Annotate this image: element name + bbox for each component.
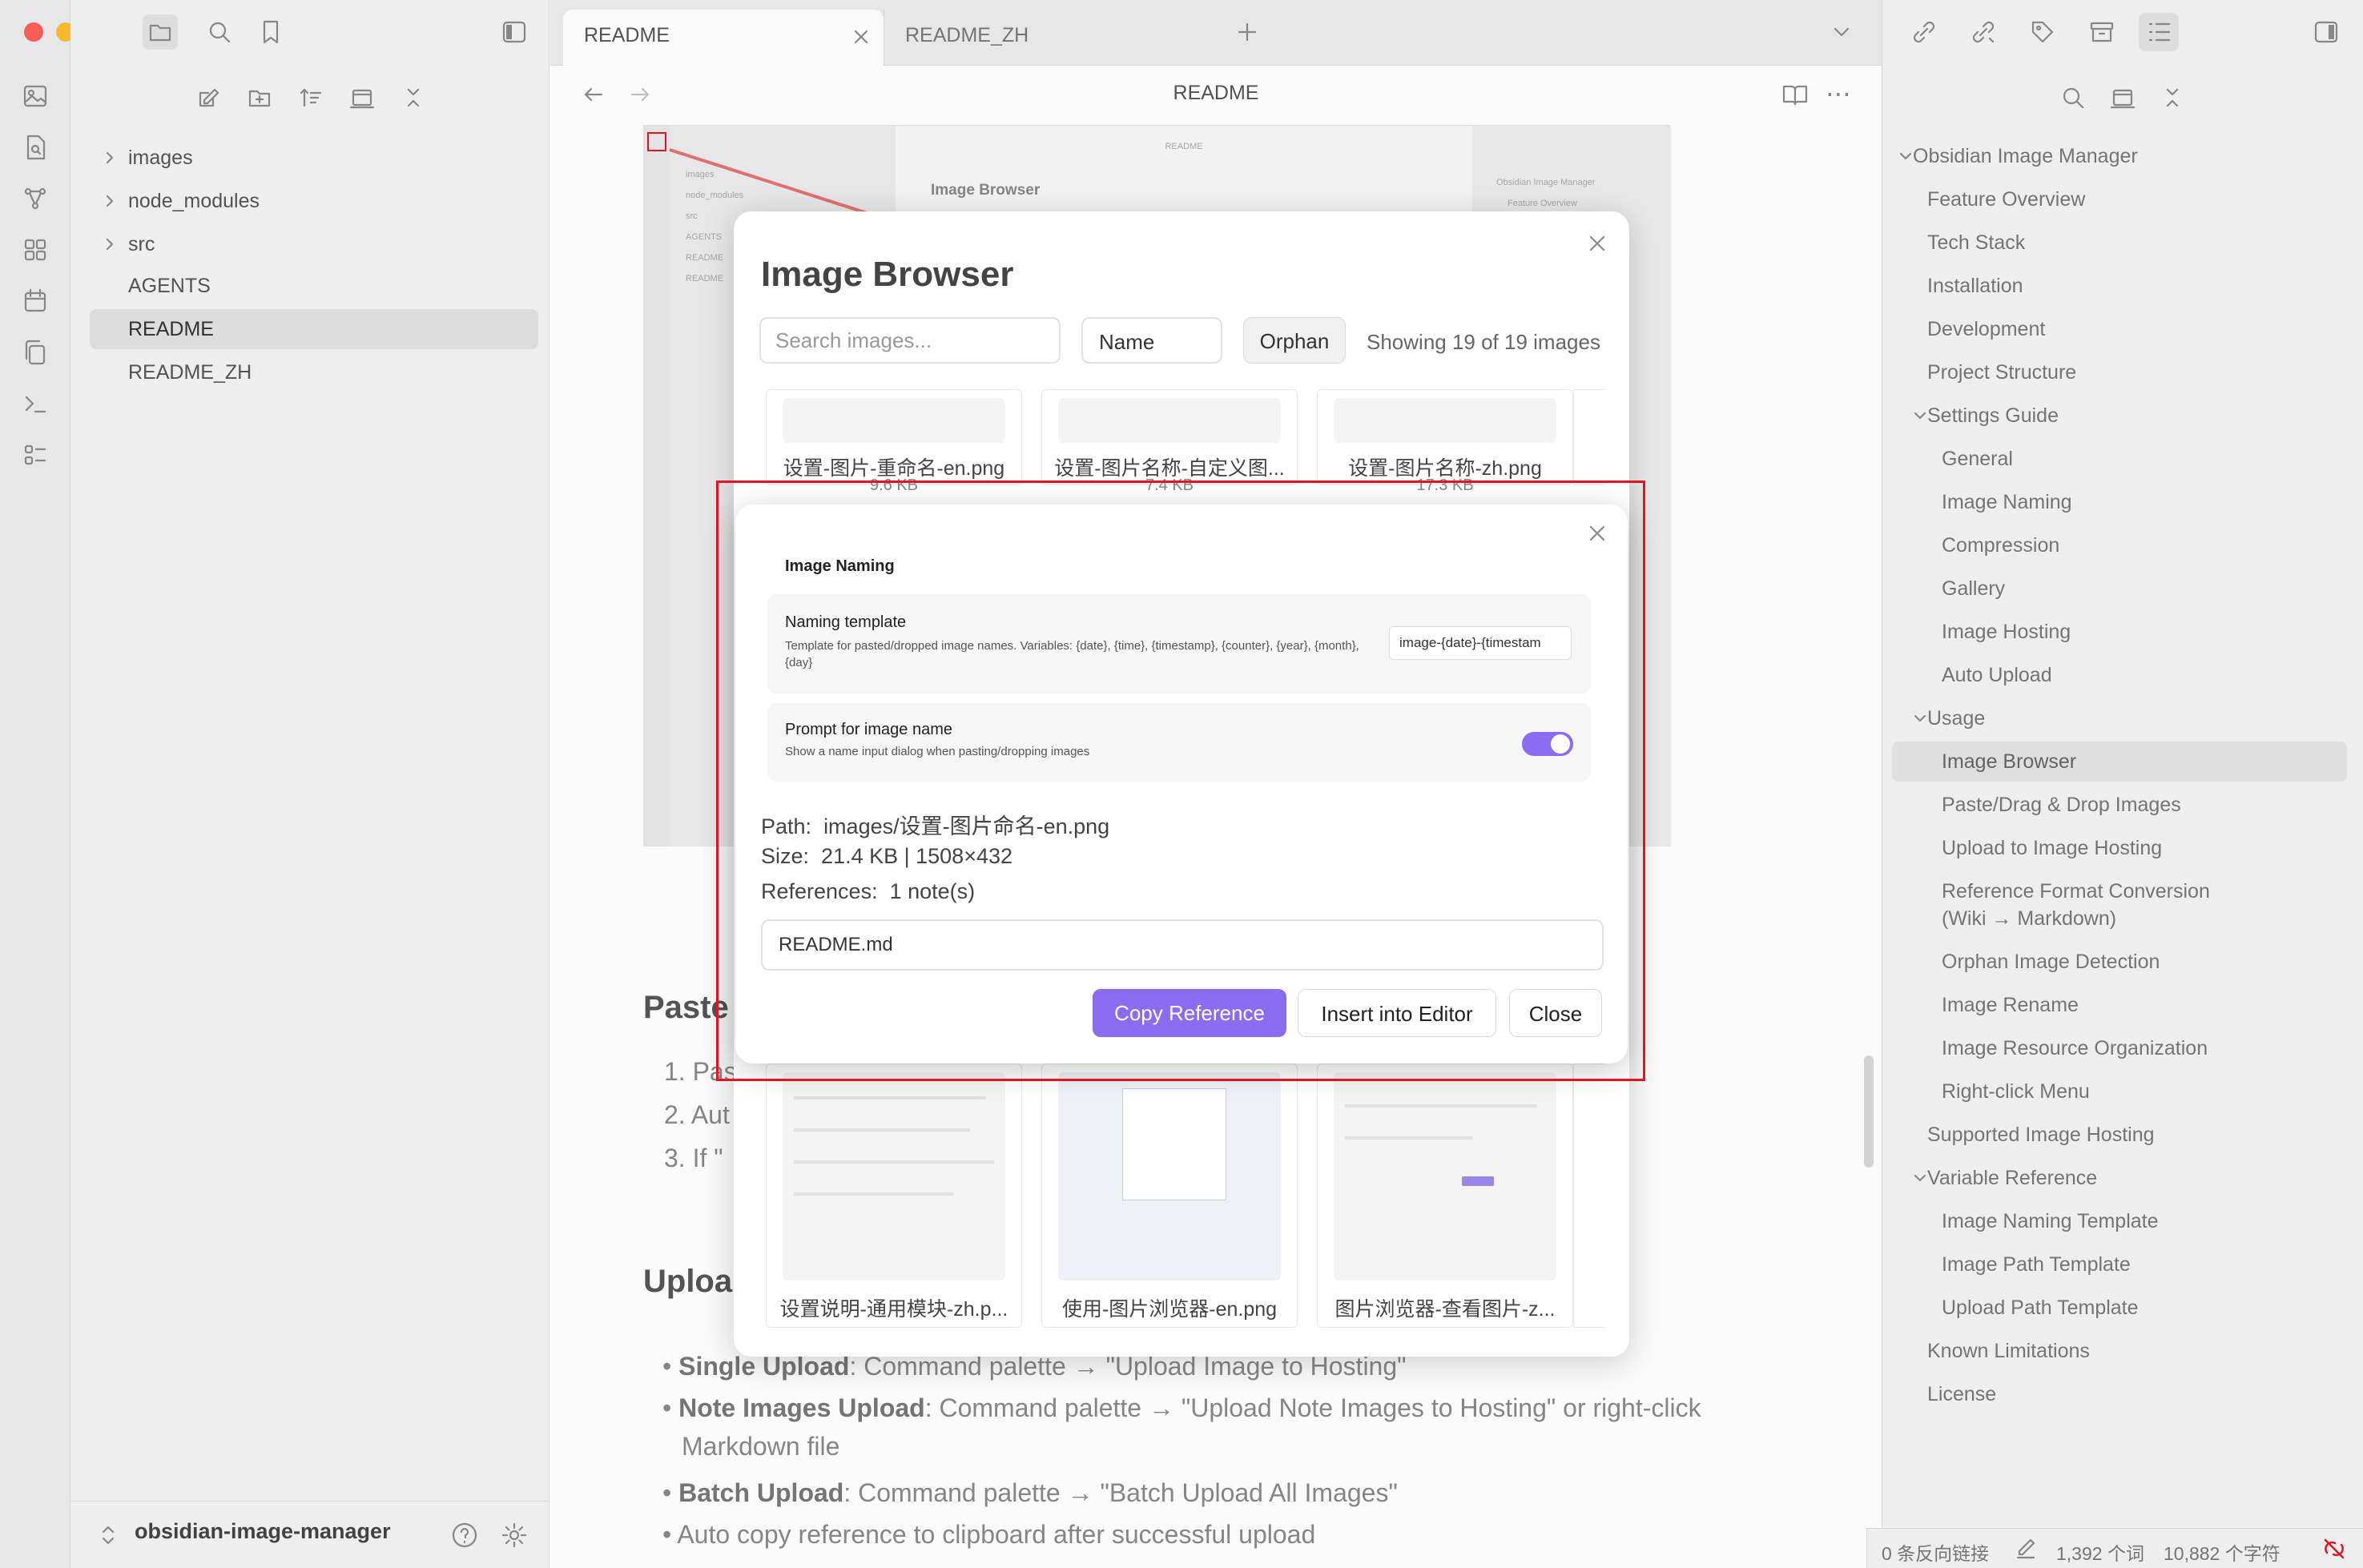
image-card[interactable]: 图片浏览器-查看图片-z... [1317, 1063, 1573, 1328]
image-card-partial [1573, 389, 1605, 485]
size-row: Size: 21.4 KB | 1508×432 [761, 844, 1013, 868]
thumb-line [1345, 1136, 1473, 1140]
image-card[interactable]: 使用-图片浏览器-en.png [1041, 1063, 1298, 1328]
thumb-line [794, 1096, 986, 1100]
references-row: References: 1 note(s) [761, 879, 976, 903]
image-card-partial [1573, 1063, 1605, 1328]
setting-name: Prompt for image name [785, 721, 952, 738]
orphan-filter-button[interactable]: Orphan [1243, 317, 1346, 364]
image-size: 9.6 KB [869, 476, 919, 494]
naming-template-input: image-{date}-{timestam [1389, 626, 1572, 660]
image-card[interactable]: 设置-图片名称-自定义图... 7.4 KB [1041, 389, 1298, 494]
image-size: 17.3 KB [1416, 476, 1474, 494]
image-card[interactable]: 设置-图片名称-zh.png 17.3 KB [1317, 389, 1573, 494]
image-name: 使用-图片浏览器-en.png [1061, 1298, 1278, 1321]
image-thumbnail [783, 398, 1005, 443]
thumb-line [794, 1160, 994, 1164]
thumb-line [794, 1128, 970, 1132]
copy-reference-button[interactable]: Copy Reference [1093, 989, 1286, 1037]
setting-description: Show a name input dialog when pasting/dr… [785, 745, 1090, 758]
image-name: 设置说明-通用模块-zh.p... [779, 1298, 1008, 1321]
preview-setting-row: Naming template Template for pasted/drop… [767, 594, 1591, 694]
image-thumbnail [1334, 398, 1556, 443]
toggle-knob [1551, 734, 1570, 754]
image-card[interactable]: 设置说明-通用模块-zh.p... [766, 1063, 1022, 1328]
sort-select[interactable]: Name [1081, 317, 1222, 364]
insert-into-editor-button[interactable]: Insert into Editor [1298, 989, 1496, 1037]
image-size: 7.4 KB [1145, 476, 1194, 494]
path-row: Path: images/设置-图片命名-en.png [761, 814, 1110, 838]
image-card[interactable]: 设置-图片-重命名-en.png 9.6 KB [766, 389, 1022, 494]
toggle-switch [1522, 732, 1573, 756]
search-input[interactable]: Search images... [759, 317, 1061, 364]
reference-note-item[interactable]: README.md [761, 919, 1604, 971]
preview-section-title: Image Naming [785, 557, 895, 575]
image-thumbnail [1058, 398, 1281, 443]
modal-title: Image Browser [761, 255, 1014, 294]
image-thumbnail [783, 1072, 1005, 1281]
image-count: Showing 19 of 19 images [1367, 330, 1600, 354]
close-icon[interactable] [1583, 519, 1612, 548]
image-name: 图片浏览器-查看图片-z... [1334, 1298, 1556, 1321]
image-thumbnail [1058, 1072, 1281, 1281]
image-thumbnail [1334, 1072, 1556, 1281]
preview-setting-row: Prompt for image name Show a name input … [767, 703, 1591, 782]
setting-description: Template for pasted/dropped image names.… [785, 639, 1359, 669]
close-button[interactable]: Close [1509, 989, 1602, 1037]
thumb-panel [1122, 1088, 1226, 1200]
close-icon[interactable] [1583, 229, 1612, 258]
thumb-line [1345, 1104, 1537, 1108]
thumb-line [794, 1192, 954, 1196]
thumb-accent [1462, 1176, 1494, 1186]
setting-name: Naming template [785, 613, 907, 631]
image-detail-modal: Image Naming Naming template Template fo… [735, 505, 1628, 1063]
